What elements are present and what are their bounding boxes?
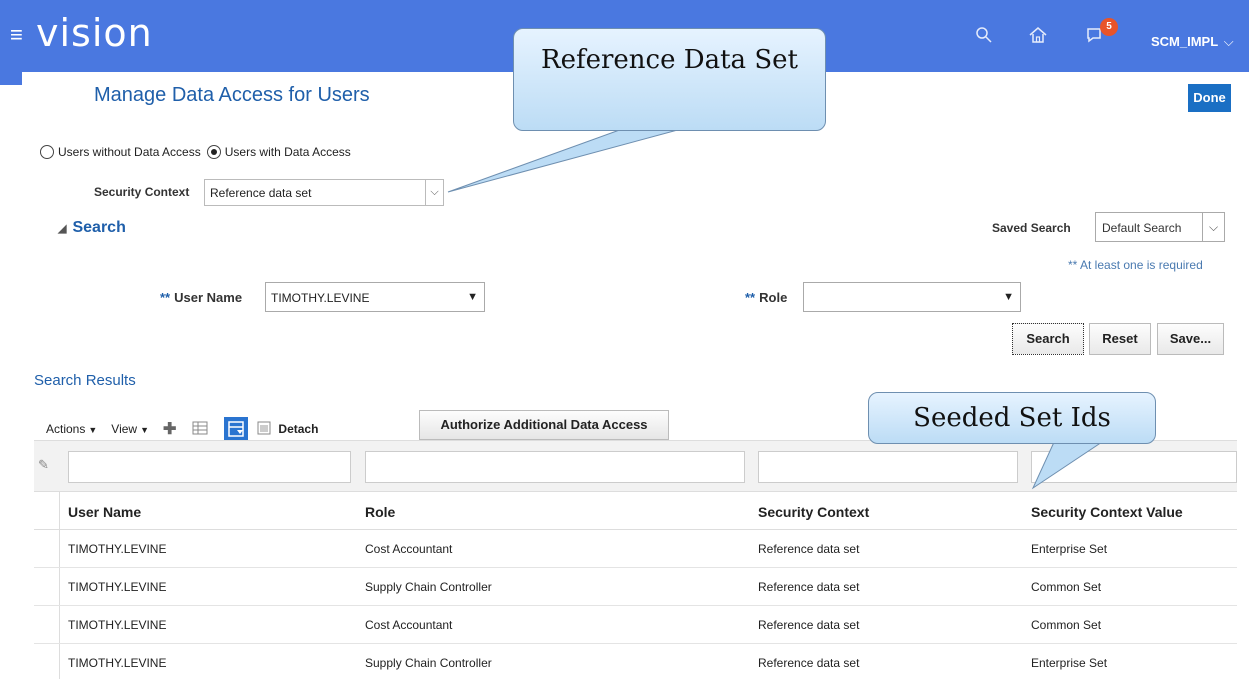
cell-role: Supply Chain Controller: [365, 656, 492, 670]
cell-user-name: TIMOTHY.LEVINE: [68, 580, 167, 594]
search-section-title: Search: [72, 219, 126, 236]
saved-search-value: Default Search: [1102, 221, 1182, 235]
user-menu[interactable]: SCM_IMPL ⌵: [1151, 34, 1234, 50]
filter-role[interactable]: [365, 451, 745, 483]
user-name-combobox[interactable]: TIMOTHY.LEVINE ▼: [265, 282, 485, 312]
home-icon[interactable]: [1028, 26, 1048, 47]
seeded-set-ids-callout: Seeded Set Ids: [868, 392, 1156, 444]
app-logo[interactable]: vision: [36, 10, 153, 56]
notification-badge: 5: [1100, 18, 1118, 36]
col-header-role[interactable]: Role: [365, 504, 395, 520]
cell-role: Supply Chain Controller: [365, 580, 492, 594]
table-row[interactable]: TIMOTHY.LEVINE Cost Accountant Reference…: [34, 530, 1237, 568]
cell-user-name: TIMOTHY.LEVINE: [68, 542, 167, 556]
saved-search-label: Saved Search: [992, 221, 1071, 235]
security-context-select[interactable]: Reference data set ⌵: [204, 179, 444, 206]
role-label-text: Role: [759, 290, 788, 305]
caret-down-icon: ▼: [140, 425, 149, 435]
reset-button[interactable]: Reset: [1089, 323, 1151, 355]
filter-row: ✎: [34, 441, 1237, 492]
saved-search-select[interactable]: Default Search ⌵: [1095, 212, 1225, 242]
user-name-value: TIMOTHY.LEVINE: [271, 291, 370, 305]
search-section-toggle[interactable]: ◢ Search: [58, 219, 126, 237]
filter-security-context-value[interactable]: [1031, 451, 1237, 483]
menu-icon[interactable]: ≡: [10, 24, 23, 46]
cell-security-context: Reference data set: [758, 542, 860, 556]
role-label: ** Role: [745, 290, 787, 305]
user-name-label: ** User Name: [160, 290, 242, 305]
detach-icon[interactable]: [256, 420, 272, 439]
user-name: SCM_IMPL: [1151, 34, 1219, 49]
chevron-down-icon[interactable]: ⌵: [1202, 213, 1224, 241]
freeze-icon[interactable]: [192, 420, 208, 439]
search-icon[interactable]: [975, 26, 993, 47]
page-title: Manage Data Access for Users: [94, 84, 370, 106]
view-menu-label: View: [111, 422, 138, 436]
add-row-icon[interactable]: ✚: [163, 419, 176, 439]
col-header-user-name[interactable]: User Name: [68, 504, 141, 520]
search-button[interactable]: Search: [1012, 323, 1084, 355]
col-header-security-context-value[interactable]: Security Context Value: [1031, 504, 1183, 520]
data-access-filter: Users without Data Access Users with Dat…: [40, 145, 357, 159]
table-row[interactable]: TIMOTHY.LEVINE Supply Chain Controller R…: [34, 568, 1237, 606]
cell-user-name: TIMOTHY.LEVINE: [68, 618, 167, 632]
chevron-down-icon[interactable]: ⌵: [425, 180, 443, 205]
query-by-example-icon[interactable]: [224, 417, 249, 441]
required-note: ** At least one is required: [1068, 258, 1203, 272]
authorize-data-access-button[interactable]: Authorize Additional Data Access: [419, 410, 669, 440]
filter-user-name[interactable]: [68, 451, 351, 483]
security-context-value: Reference data set: [210, 186, 312, 200]
cell-role: Cost Accountant: [365, 542, 453, 556]
cell-role: Cost Accountant: [365, 618, 453, 632]
dropdown-arrow-icon[interactable]: ▼: [467, 291, 478, 303]
role-combobox[interactable]: ▼: [803, 282, 1021, 312]
security-context-label: Security Context: [94, 185, 190, 199]
table-header: User Name Role Security Context Security…: [34, 492, 1237, 530]
col-header-security-context[interactable]: Security Context: [758, 504, 869, 520]
cell-security-context: Reference data set: [758, 618, 860, 632]
dropdown-arrow-icon[interactable]: ▼: [1003, 291, 1014, 303]
save-search-button[interactable]: Save...: [1157, 323, 1224, 355]
radio-users-with-access[interactable]: [206, 145, 221, 159]
cell-security-context-value: Enterprise Set: [1031, 656, 1108, 670]
filter-security-context[interactable]: [758, 451, 1018, 483]
results-table: ✎ User Name Role Security Context Securi…: [34, 440, 1237, 679]
reference-data-set-callout: Reference Data Set: [513, 28, 826, 131]
radio-users-without-access[interactable]: [40, 145, 54, 159]
radio-label-with: Users with Data Access: [224, 145, 351, 159]
table-row[interactable]: TIMOTHY.LEVINE Supply Chain Controller R…: [34, 644, 1237, 679]
user-name-label-text: User Name: [174, 290, 243, 305]
actions-menu[interactable]: Actions ▼: [46, 422, 97, 436]
view-menu[interactable]: View ▼: [111, 422, 149, 436]
table-row[interactable]: TIMOTHY.LEVINE Cost Accountant Reference…: [34, 606, 1237, 644]
actions-menu-label: Actions: [46, 422, 86, 436]
cell-security-context: Reference data set: [758, 580, 860, 594]
cell-security-context-value: Enterprise Set: [1031, 542, 1108, 556]
cell-security-context-value: Common Set: [1031, 580, 1102, 594]
pencil-icon: ✎: [38, 457, 49, 472]
chevron-down-icon: ⌵: [1220, 34, 1234, 49]
required-mark: **: [160, 290, 171, 305]
cell-security-context-value: Common Set: [1031, 618, 1102, 632]
cell-user-name: TIMOTHY.LEVINE: [68, 656, 167, 670]
required-mark: **: [745, 290, 756, 305]
done-button[interactable]: Done: [1188, 84, 1231, 112]
collapse-triangle-icon: ◢: [58, 223, 67, 235]
radio-label-without: Users without Data Access: [58, 145, 201, 159]
results-toolbar: Actions ▼ View ▼ ✚ Detach: [46, 417, 338, 441]
detach-button[interactable]: Detach: [278, 422, 318, 436]
caret-down-icon: ▼: [88, 425, 98, 435]
cell-security-context: Reference data set: [758, 656, 860, 670]
search-results-title: Search Results: [34, 372, 136, 389]
